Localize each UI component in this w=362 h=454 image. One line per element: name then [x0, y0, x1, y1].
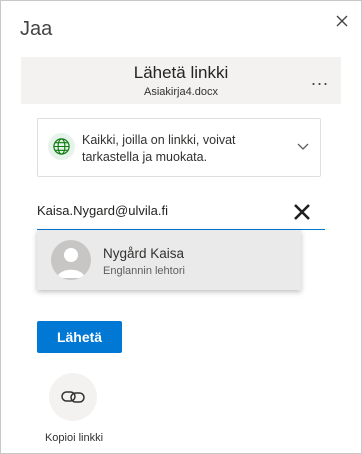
- contact-role: Englannin lehtori: [103, 265, 185, 277]
- send-link-header: Lähetä linkki Asiakirja4.docx ...: [21, 57, 341, 104]
- globe-icon: [48, 133, 75, 160]
- link-permission-text: Kaikki, joilla on linkki, voivat tarkast…: [82, 133, 236, 164]
- send-button[interactable]: Lähetä: [37, 321, 122, 353]
- link-icon: [61, 391, 85, 403]
- share-dialog: Jaa Lähetä linkki Asiakirja4.docx ... Ka…: [0, 0, 362, 454]
- dialog-title: Jaa: [20, 18, 53, 40]
- more-options-button[interactable]: ...: [306, 67, 334, 91]
- header-title: Lähetä linkki: [133, 63, 229, 82]
- file-name: Asiakirja4.docx: [144, 86, 218, 98]
- copy-link-label: Kopioi linkki: [44, 432, 104, 444]
- close-icon[interactable]: [332, 11, 352, 31]
- link-settings-button[interactable]: Kaikki, joilla on linkki, voivat tarkast…: [37, 118, 321, 177]
- copy-link-button[interactable]: [49, 373, 97, 421]
- contact-suggestion[interactable]: Nygård Kaisa Englannin lehtori: [37, 230, 301, 290]
- chevron-down-icon: [297, 143, 309, 150]
- more-icon: ...: [310, 68, 329, 89]
- contact-name: Nygård Kaisa: [103, 246, 185, 261]
- clear-icon[interactable]: [291, 201, 313, 223]
- recipient-field: [37, 197, 325, 230]
- recipient-input[interactable]: [37, 203, 282, 218]
- avatar: [51, 240, 91, 280]
